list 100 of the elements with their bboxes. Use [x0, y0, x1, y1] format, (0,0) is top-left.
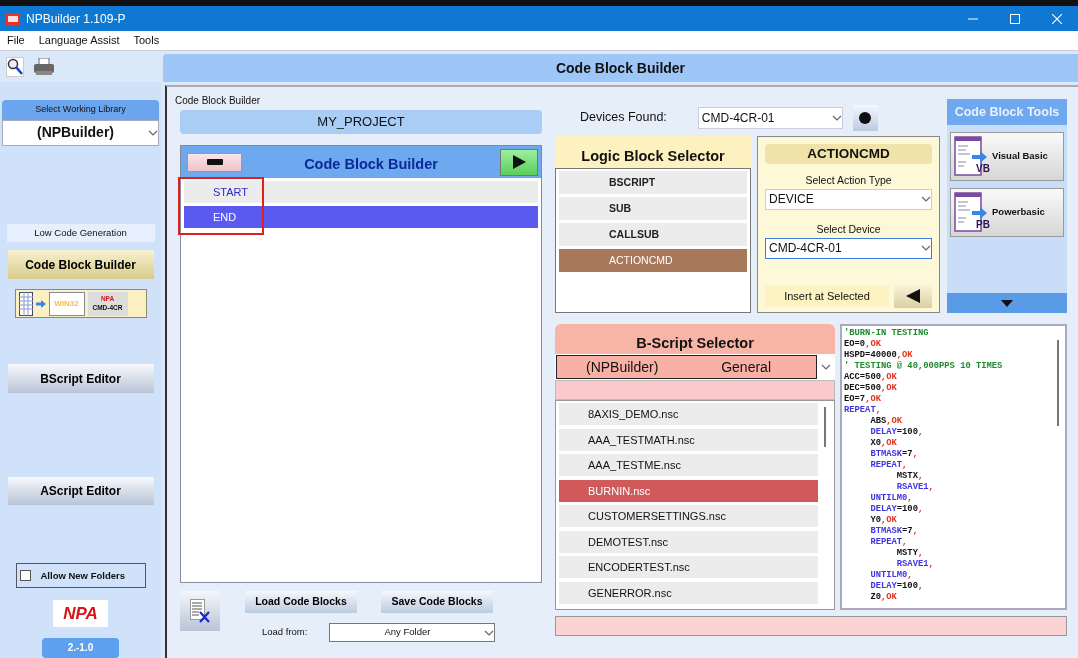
menu-item[interactable]: File: [7, 32, 25, 49]
document-arrow-icon: [954, 191, 988, 234]
list-item[interactable]: CALLSUB: [559, 223, 747, 246]
selector-header: Logic Block Selector: [555, 136, 751, 168]
code-line: EO=0,OK: [844, 339, 882, 350]
grid-icon: [18, 291, 33, 316]
list-item[interactable]: ACTIONCMD: [559, 249, 747, 272]
devices-found-dropdown[interactable]: CMD-4CR-01: [697, 106, 843, 129]
tools-header: Code Block Tools: [947, 99, 1067, 125]
code-line: REPEAT,: [869, 537, 909, 548]
checkbox[interactable]: [19, 570, 31, 582]
field-label: Load from:: [262, 625, 308, 640]
play-icon: [512, 155, 526, 169]
code-line: HSPD=40000,OK: [844, 350, 914, 361]
code-line: UNTILM0,: [869, 570, 914, 581]
panel-title: Code Block Builder: [174, 94, 262, 106]
tool-label: Powerbasic: [992, 205, 1045, 220]
code-line: ' TESTING @ 40,000PPS 10 TIMES: [844, 361, 1004, 372]
selector-header: B-Script Selector: [555, 324, 835, 354]
code-block[interactable]: START: [184, 181, 538, 203]
library-dropdown[interactable]: (NPBuilder): [2, 119, 159, 147]
section-label: Low Code Generation: [6, 224, 155, 243]
chevron-icon: [148, 128, 158, 137]
document-x-icon: [190, 599, 210, 623]
project-bar: MY_PROJECT: [180, 110, 542, 134]
builder-title: Code Block Builder: [303, 155, 439, 175]
code-line: BTMASK=7,: [869, 526, 919, 537]
code-line: RSAVE1,: [895, 559, 935, 570]
menu-item[interactable]: Language Assist: [38, 32, 120, 49]
script-list-entry[interactable]: GENERROR.nsc: [559, 581, 818, 604]
logo: NPA: [53, 600, 108, 627]
remove-button[interactable]: [187, 152, 242, 172]
scrollbar-thumb[interactable]: [1057, 340, 1059, 426]
field-label: Select Action Type: [805, 173, 892, 188]
list-item[interactable]: BSCRIPT: [559, 171, 747, 194]
code-line: MSTY,: [895, 548, 925, 559]
action-type-dropdown[interactable]: DEVICE: [765, 188, 932, 210]
code-line: X0,OK: [869, 438, 898, 449]
allow-folders-checkbox[interactable]: Allow New Folders: [15, 563, 146, 588]
code-line: ACC=500,OK: [844, 372, 898, 383]
run-button[interactable]: [500, 148, 538, 176]
window-title: NPBuilder 1.109-P: [26, 10, 126, 28]
chevron-icon: [821, 363, 831, 371]
menu-item[interactable]: Tools: [133, 32, 160, 49]
code-line: Z0,OK: [869, 592, 898, 603]
triangle-down-icon: [1001, 299, 1013, 307]
checkbox-label: Allow New Folders: [40, 568, 125, 583]
script-list-entry[interactable]: ENCODERTEST.nsc: [559, 556, 818, 578]
library-header: Select Working Library: [2, 100, 159, 120]
sidebar-button[interactable]: AScript Editor: [7, 476, 154, 506]
app-icon: [6, 12, 20, 25]
code-line: MSTX,: [895, 471, 925, 482]
code-line: DEC=500,OK: [844, 383, 898, 394]
record-button[interactable]: [852, 104, 878, 131]
script-list-entry[interactable]: AAA_TESTME.nsc: [559, 454, 818, 476]
code-line: DELAY=100,: [869, 581, 925, 592]
scrollbar-thumb[interactable]: [824, 407, 826, 447]
list-item[interactable]: SUB: [559, 197, 747, 220]
sidebar-button[interactable]: Code Block Builder: [7, 250, 154, 279]
code-line: Y0,OK: [869, 515, 898, 526]
document-arrow-icon: [954, 135, 988, 178]
code-line: DELAY=100,: [869, 427, 925, 438]
code-line: 'BURN-IN TESTING: [844, 328, 930, 339]
script-list-entry[interactable]: DEMOTEST.nsc: [559, 530, 818, 553]
load-button[interactable]: Load Code Blocks: [245, 591, 357, 613]
select-device-dropdown[interactable]: CMD-4CR-01: [765, 237, 932, 259]
tool-button[interactable]: VB Visual Basic: [950, 132, 1064, 181]
chevron-icon: [484, 628, 495, 637]
search-icon[interactable]: [6, 56, 24, 77]
printer-icon[interactable]: [34, 57, 54, 76]
tool-button[interactable]: PB Powerbasic: [950, 188, 1064, 237]
script-list-entry[interactable]: 8AXIS_DEMO.nsc: [559, 403, 818, 425]
field-label: Select Device: [816, 221, 881, 237]
script-list-entry[interactable]: CUSTOMERSETTINGS.nsc: [559, 505, 818, 527]
code-line: EO=7,OK: [844, 394, 882, 405]
clear-button[interactable]: [180, 591, 220, 631]
script-list-entry[interactable]: AAA_TESTMATH.nsc: [559, 428, 818, 451]
code-line: REPEAT,: [844, 405, 882, 416]
language-label: PB: [976, 217, 990, 232]
action-header: ACTIONCMD: [765, 144, 932, 164]
library-dropdown[interactable]: (NPBuilder) General: [555, 354, 835, 380]
code-block[interactable]: END: [184, 206, 538, 228]
sidebar-button[interactable]: BScript Editor: [7, 364, 154, 393]
close-icon[interactable]: [1052, 13, 1062, 24]
chevron-icon: [921, 244, 931, 252]
code-line: ABS,OK: [869, 416, 904, 427]
folder-dropdown[interactable]: Any Folder: [329, 623, 496, 642]
code-line: RSAVE1,: [895, 482, 935, 493]
version-badge: 2.-1.0: [42, 638, 119, 658]
code-line: DELAY=100,: [869, 504, 925, 515]
triangle-left-icon: [906, 289, 920, 303]
script-list-entry[interactable]: BURNIN.nsc: [559, 479, 818, 502]
save-button[interactable]: Save Code Blocks: [381, 591, 493, 613]
maximize-icon[interactable]: [1010, 13, 1020, 24]
record-icon: [859, 111, 872, 124]
insert-label: Insert at Selected: [765, 286, 889, 306]
header-bar: Code Block Builder: [163, 54, 1078, 82]
language-label: VB: [976, 161, 990, 176]
chevron-icon: [921, 195, 931, 204]
insert-button[interactable]: [894, 284, 932, 308]
